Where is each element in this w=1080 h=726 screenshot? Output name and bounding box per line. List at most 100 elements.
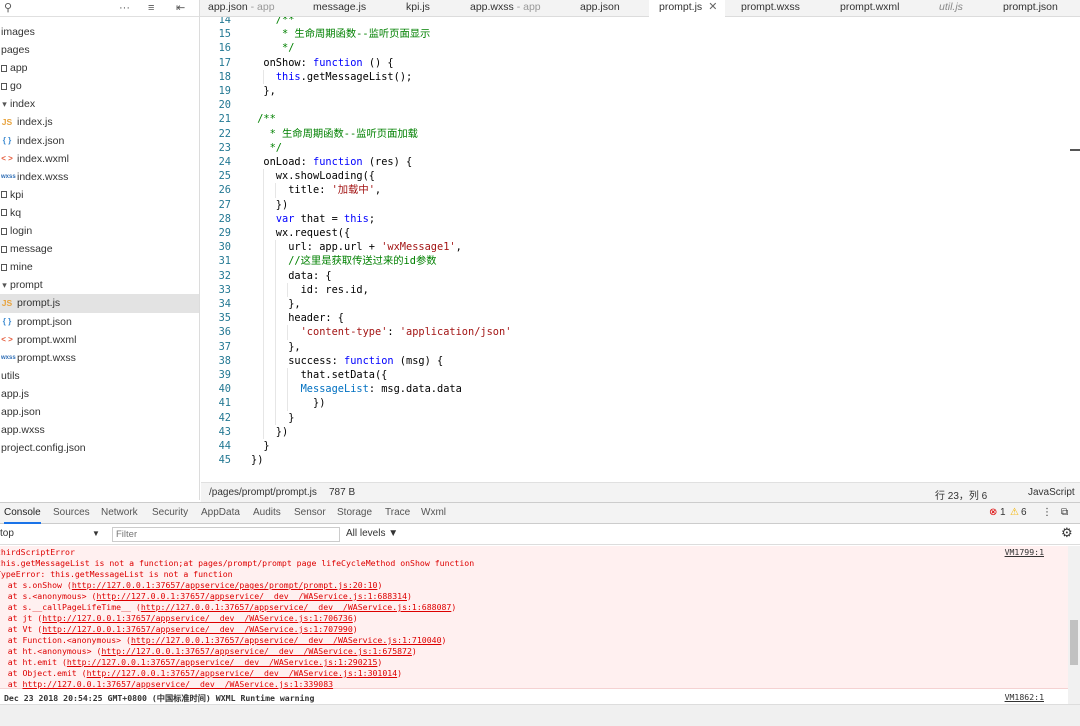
stack-trace-link[interactable]: http://127.0.0.1:37657/appservice/__dev_… [42,613,353,623]
code-token: (res) { [362,156,413,168]
editor-tab[interactable]: prompt.wxml [840,0,900,17]
file-tree-item[interactable]: login [0,222,199,240]
error-source-link[interactable]: VM1799:1 [1005,547,1044,557]
code-token: * 生命周期函数--监听页面加载 [251,127,418,140]
file-tree-item[interactable]: ▾ index [0,95,199,113]
language-mode[interactable]: JavaScript [1028,487,1075,498]
more-icon[interactable]: ··· [119,0,130,17]
indent-guide [263,268,264,283]
code-text: }) [251,425,288,439]
file-tree-item[interactable]: app.js [0,385,199,403]
error-stack-line: at ht.<anonymous> (http://127.0.0.1:3765… [0,646,417,657]
devtools-tab-security[interactable]: Security [152,503,188,524]
code-token: url [251,241,307,254]
stack-trace-link[interactable]: http://127.0.0.1:37657/appservice/__dev_… [96,591,407,601]
stack-trace-link[interactable]: http://127.0.0.1:37657/appservice/__dev_… [23,679,334,689]
context-dropdown-icon[interactable]: ▼ [92,529,100,538]
indent-guide [275,282,276,297]
file-tree-item[interactable]: pages [0,41,199,59]
devtools-tab-wxml[interactable]: Wxml [421,503,446,524]
code-token: that.setData({ [251,369,388,381]
stack-trace-link[interactable]: http://127.0.0.1:37657/appservice/__dev_… [87,668,398,678]
indent-guide [275,339,276,354]
file-tree-item[interactable]: project.config.json [0,439,199,457]
editor-tab[interactable]: prompt.json [1003,0,1058,17]
error-count[interactable]: 1 [1000,507,1006,518]
file-tree-label: images [1,26,35,38]
stack-trace-link[interactable]: http://127.0.0.1:37657/appservice/pages/… [72,580,378,590]
file-tree-item[interactable]: go [0,77,199,95]
file-tree-item[interactable]: { } prompt.json [0,313,199,331]
file-size: 787 B [329,487,356,498]
file-tree-item[interactable]: < > prompt.wxml [0,331,199,349]
tab-label: kpi.js [406,1,430,13]
error-text: at s.onShow ( [7,580,72,590]
file-tree-item[interactable]: wxss prompt.wxss [0,349,199,367]
file-tree-item[interactable]: { } index.json [0,132,199,150]
devtools-tab-appdata[interactable]: AppData [201,503,240,524]
file-tree-item[interactable]: kpi [0,186,199,204]
warning-source-link[interactable]: VM1862:1 [1005,692,1044,702]
file-tree-item[interactable]: app [0,59,199,77]
list-icon[interactable]: ≡ [148,0,154,17]
file-tree-item[interactable]: utils [0,367,199,385]
file-tree-item[interactable]: < > index.wxml [0,150,199,168]
editor-tab[interactable]: app.json - app [208,0,275,17]
stack-trace-link[interactable]: http://127.0.0.1:37657/appservice/__dev_… [42,624,353,634]
devtools-tab-console[interactable]: Console [4,503,41,524]
close-icon[interactable]: ✕ [708,1,717,13]
file-explorer-sidebar: ⚲ ··· ≡ ⇤ images pages app go ▾ index JS index.… [0,0,200,500]
devtools-tab-sources[interactable]: Sources [53,503,90,524]
file-tree-item[interactable]: ▾ prompt [0,276,199,294]
stack-trace-link[interactable]: http://127.0.0.1:37657/appservice/__dev_… [67,657,378,667]
stack-trace-link[interactable]: http://127.0.0.1:37657/appservice/__dev_… [101,646,412,656]
line-number: 43 [218,425,231,438]
file-tree-item[interactable]: mine [0,258,199,276]
console-filter-input[interactable] [112,527,340,542]
file-tree-item[interactable]: kq [0,204,199,222]
folder-open-icon: ▾ [2,99,7,110]
editor-tab[interactable]: app.wxss - app [470,0,541,17]
devtools-tab-sensor[interactable]: Sensor [294,503,326,524]
file-tree-item[interactable]: wxss index.wxss [0,168,199,186]
code-line: 27 }) [201,197,1061,212]
console-scrollbar-thumb[interactable] [1070,620,1078,665]
tab-folder-hint: - app [513,1,541,13]
devtools-tab-storage[interactable]: Storage [337,503,372,524]
line-number: 19 [218,85,231,97]
collapse-icon[interactable]: ⇤ [176,0,185,17]
line-number: 30 [218,241,231,254]
line-number: 45 [218,454,231,467]
file-tree-item[interactable]: images [0,23,199,41]
file-tree-item[interactable]: JS index.js [0,113,199,131]
editor-tab[interactable]: prompt.wxss [741,0,800,17]
search-icon[interactable]: ⚲ [4,0,12,17]
code-editor[interactable]: 14 /** 15 * 生命周期函数--监听页面显示 16 */17 onShow:… [201,17,1080,482]
devtools-tab-network[interactable]: Network [101,503,138,524]
warning-count[interactable]: 6 [1021,507,1027,518]
cursor-position[interactable]: 行 23，列 6 [935,487,987,502]
context-select[interactable]: top [0,528,14,539]
code-line: 41 }) [201,396,1061,411]
file-tree-item[interactable]: app.wxss [0,421,199,439]
file-tree-item[interactable]: app.json [0,403,199,421]
editor-tab[interactable]: message.js [313,0,366,17]
settings-icon[interactable]: ⚙ [1061,525,1073,541]
file-tree-item[interactable]: message [0,240,199,258]
devtools-tab-audits[interactable]: Audits [253,503,281,524]
stack-trace-link[interactable]: http://127.0.0.1:37657/appservice/__dev_… [131,635,442,645]
indent-guide [263,297,264,312]
stack-trace-link[interactable]: http://127.0.0.1:37657/appservice/__dev_… [141,602,452,612]
editor-tab[interactable]: util.js [939,0,963,17]
devtools-tab-trace[interactable]: Trace [385,503,410,524]
file-tree-item[interactable]: JS prompt.js [0,294,199,313]
log-levels-select[interactable]: All levels ▼ [346,528,398,539]
file-tree-label: prompt.js [17,297,61,310]
editor-tab[interactable]: app.json [580,0,620,17]
console-scrollbar[interactable] [1068,546,1080,705]
dock-icon[interactable]: ⧉ [1061,507,1068,518]
editor-tab[interactable]: kpi.js [406,0,430,17]
line-number: 14 [218,17,231,26]
more-icon[interactable]: ⋮ [1042,507,1052,518]
editor-tab[interactable]: prompt.js ✕ [649,0,726,18]
